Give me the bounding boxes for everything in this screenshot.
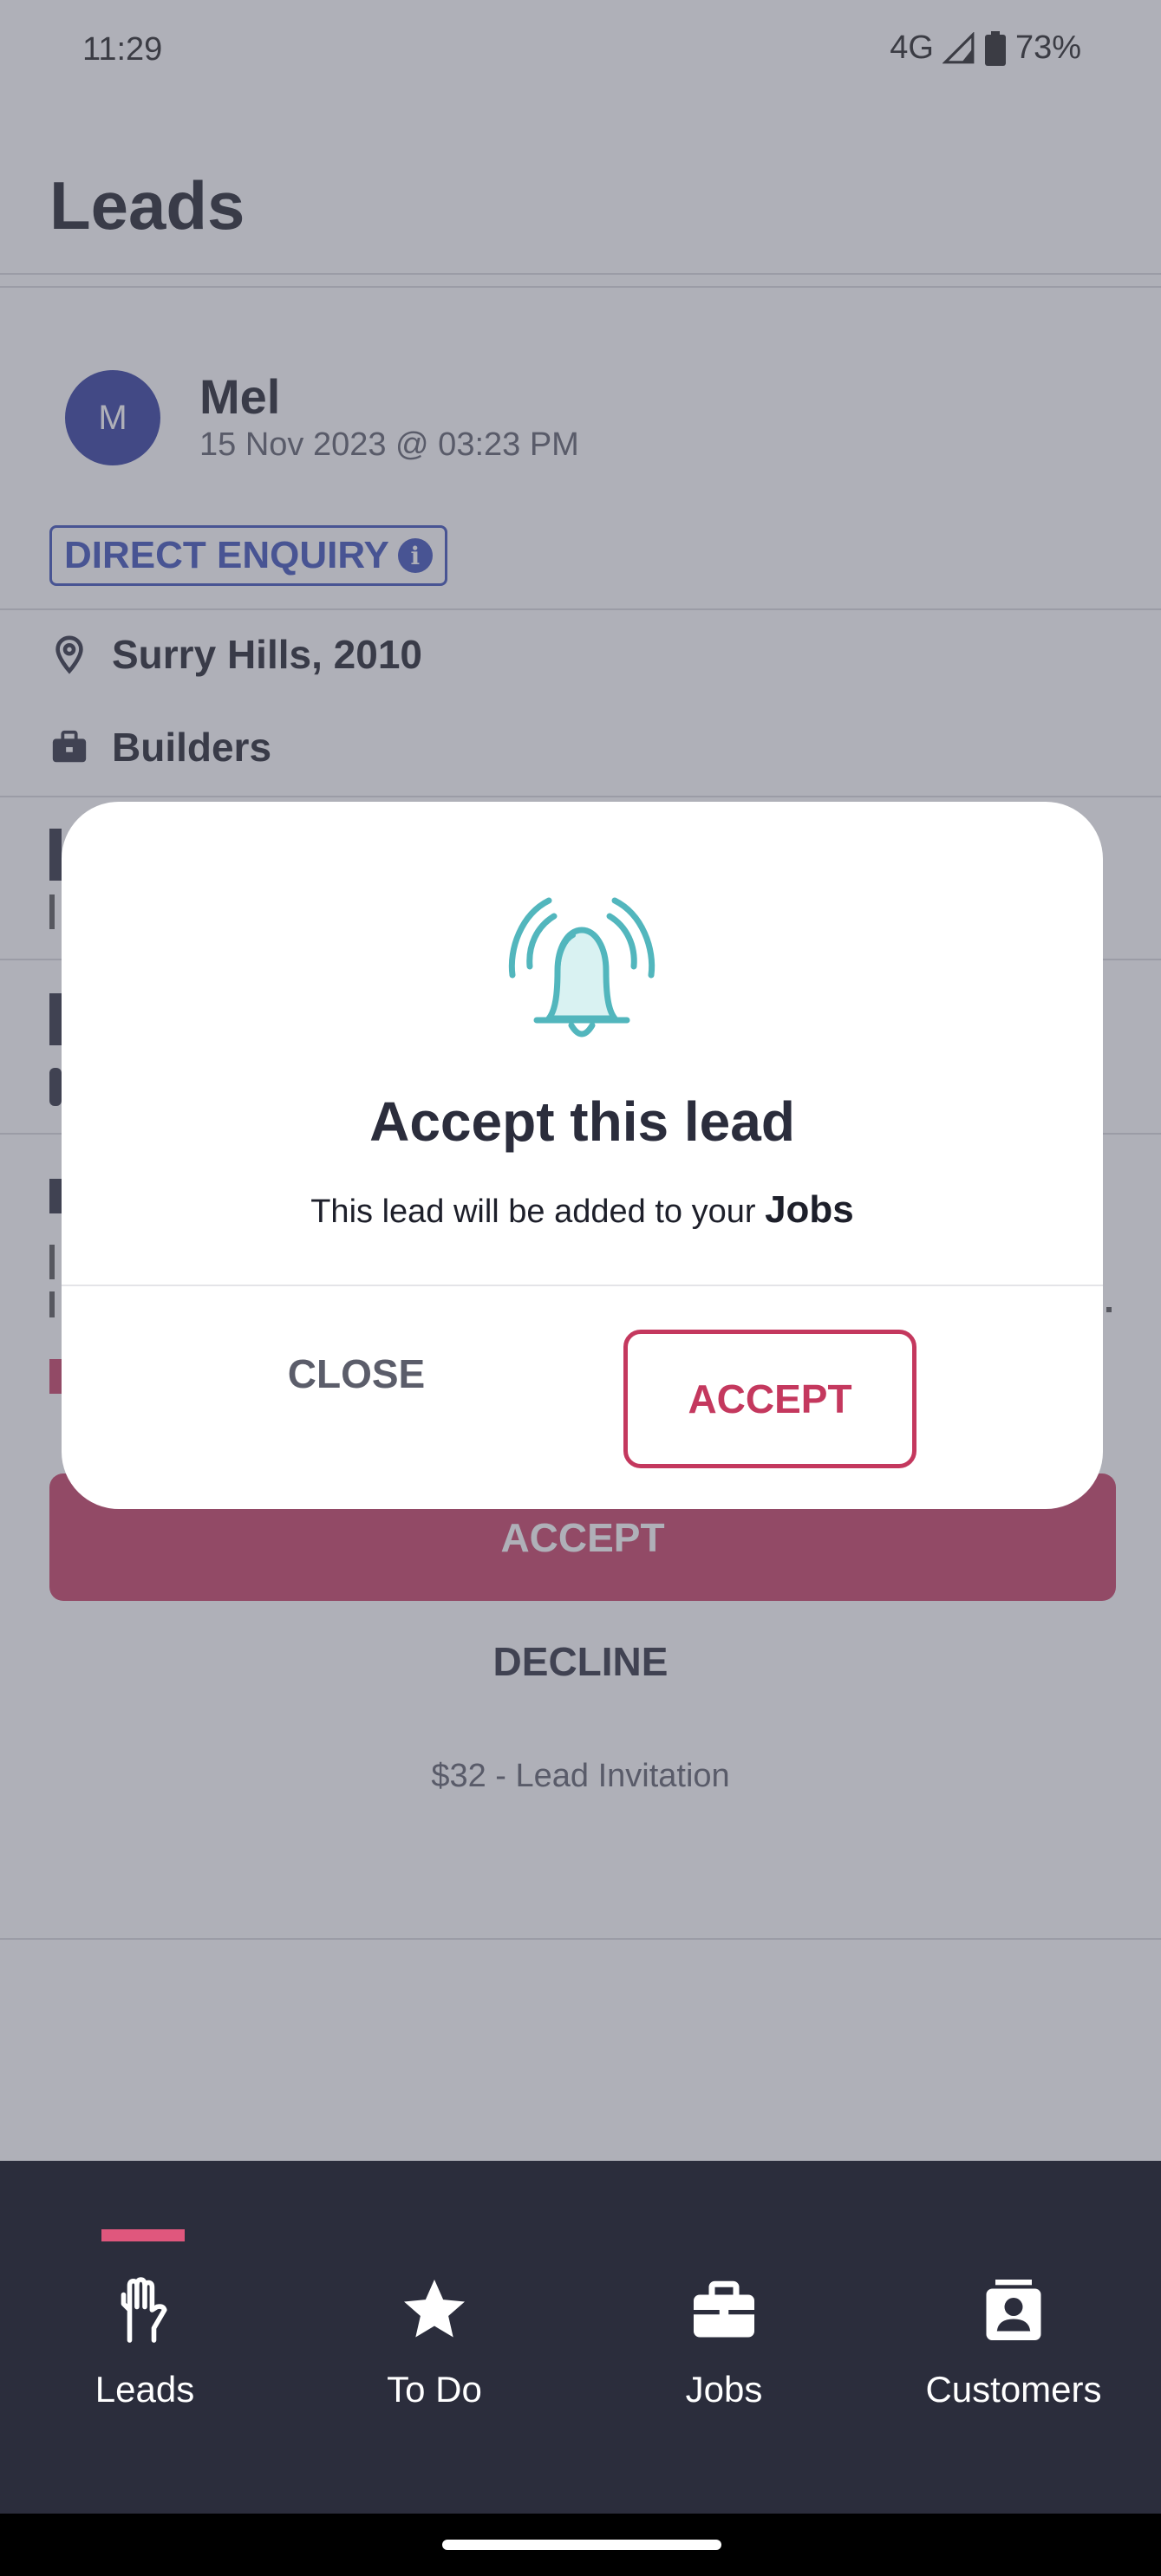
nav-label: To Do	[387, 2369, 482, 2410]
nav-label: Jobs	[685, 2369, 763, 2410]
star-icon	[404, 2280, 465, 2338]
nav-item-todo[interactable]: To Do	[290, 2161, 579, 2514]
briefcase-icon	[694, 2280, 754, 2338]
active-tab-indicator	[101, 2229, 185, 2241]
nav-item-jobs[interactable]: Jobs	[579, 2161, 869, 2514]
nav-item-leads[interactable]: Leads	[0, 2161, 290, 2514]
dialog-message-text: This lead will be added to your	[310, 1194, 766, 1230]
nav-item-customers[interactable]: Customers	[869, 2161, 1158, 2514]
nav-label: Customers	[925, 2369, 1102, 2410]
close-button[interactable]: CLOSE	[270, 1330, 443, 1417]
nav-label: Leads	[95, 2369, 195, 2410]
dialog-title: Accept this lead	[369, 1090, 795, 1153]
contact-card-icon	[986, 2280, 1041, 2340]
dialog-message: This lead will be added to your Jobs	[62, 1188, 1103, 1232]
accept-lead-dialog: Accept this lead This lead will be added…	[62, 802, 1103, 1509]
dialog-message-emphasis: Jobs	[765, 1188, 854, 1231]
hand-icon	[121, 2277, 167, 2343]
home-handle[interactable]	[442, 2540, 721, 2550]
accept-button[interactable]: ACCEPT	[623, 1330, 916, 1468]
dialog-divider	[62, 1285, 1103, 1286]
bottom-navigation: Leads To Do Jobs Customers	[0, 2161, 1161, 2514]
bell-ringing-icon	[508, 897, 656, 1038]
